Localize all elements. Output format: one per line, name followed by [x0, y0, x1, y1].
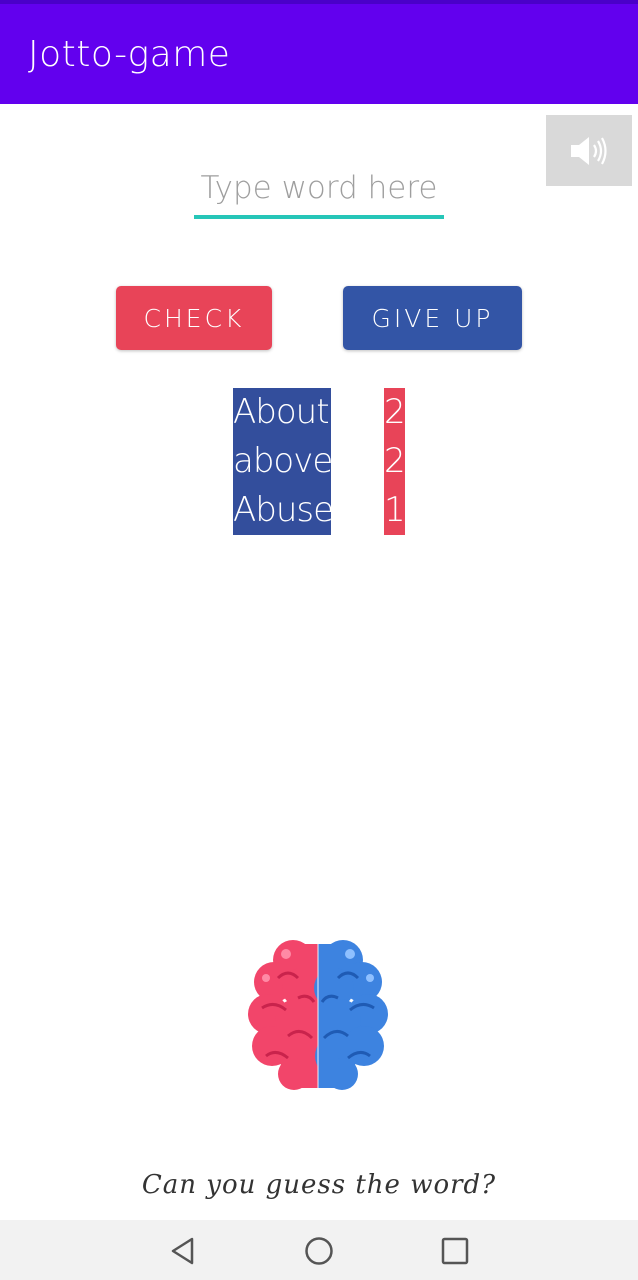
speaker-volume-icon	[571, 136, 607, 165]
guess-list: About 2 above 2 Abuse 1	[233, 388, 406, 536]
back-triangle-icon[interactable]	[168, 1236, 198, 1266]
word-input[interactable]	[194, 166, 444, 210]
check-button[interactable]: CHECK	[116, 286, 272, 350]
app-title: Jotto-game	[28, 34, 231, 75]
guess-score: 1	[384, 486, 406, 535]
brain-logo-icon	[248, 940, 388, 1090]
guess-word: About	[233, 388, 331, 437]
guess-score: 2	[384, 437, 406, 486]
guess-word: Abuse	[233, 486, 331, 535]
recents-square-icon[interactable]	[440, 1236, 470, 1266]
input-underline	[194, 215, 444, 219]
home-circle-icon[interactable]	[304, 1236, 334, 1266]
guess-score: 2	[384, 388, 406, 437]
tagline: Can you guess the word?	[141, 1170, 497, 1200]
guess-row: above 2	[233, 437, 406, 486]
give-up-button[interactable]: GIVE UP	[343, 286, 522, 350]
guess-word: above	[233, 437, 331, 486]
system-navigation-bar	[0, 1220, 638, 1280]
app-bar: Jotto-game	[0, 4, 638, 104]
sound-toggle-button[interactable]	[546, 115, 632, 186]
guess-row: Abuse 1	[233, 486, 406, 535]
guess-row: About 2	[233, 388, 406, 437]
